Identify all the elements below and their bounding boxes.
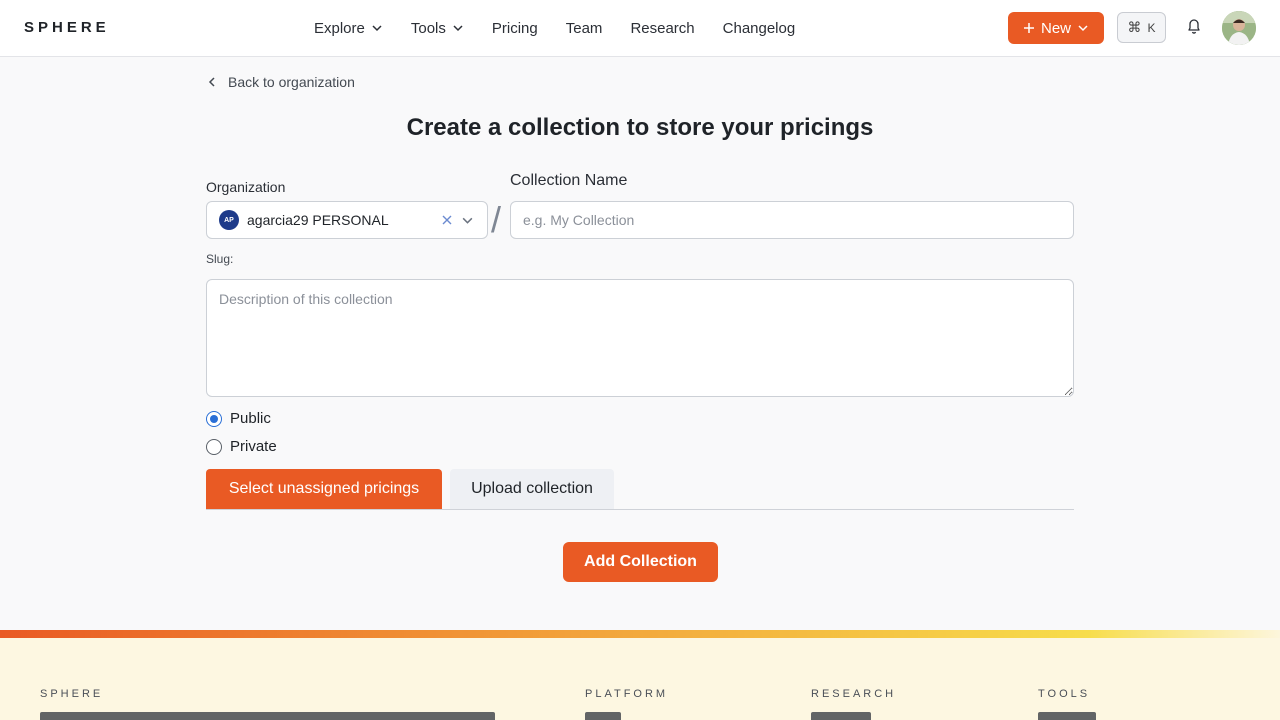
nav-team-label: Team bbox=[565, 19, 603, 37]
footer-gradient-bar bbox=[0, 630, 1280, 638]
nav-explore[interactable]: Explore bbox=[314, 20, 383, 37]
chevron-down-icon bbox=[372, 25, 382, 32]
radio-public[interactable] bbox=[206, 410, 222, 427]
tab-upload-collection[interactable]: Upload collection bbox=[450, 469, 614, 509]
pricing-source-tabs: Select unassigned pricings Upload collec… bbox=[206, 469, 1074, 510]
back-to-organization-link[interactable]: Back to organization bbox=[206, 74, 355, 90]
user-avatar[interactable] bbox=[1222, 11, 1256, 45]
brand-logo[interactable]: SPHERE bbox=[24, 19, 110, 36]
slug-label: Slug: bbox=[206, 252, 234, 266]
footer-column-platform: PLATFORM bbox=[585, 688, 669, 700]
footer-column-tools: TOOLS bbox=[1038, 688, 1091, 700]
visibility-private-option[interactable]: Private bbox=[206, 438, 277, 455]
collection-name-input[interactable] bbox=[510, 201, 1074, 239]
footer-link-cut-off[interactable] bbox=[1038, 712, 1096, 720]
chevron-down-icon bbox=[1078, 25, 1088, 32]
nav-pricing[interactable]: Pricing bbox=[492, 20, 538, 37]
collection-name-label: Collection Name bbox=[510, 172, 628, 189]
description-textarea[interactable] bbox=[206, 279, 1074, 397]
footer-link-cut-off[interactable] bbox=[585, 712, 621, 720]
command-palette-button[interactable]: ⌘ K bbox=[1117, 12, 1166, 43]
add-collection-button[interactable]: Add Collection bbox=[563, 542, 718, 582]
separator-slash: / bbox=[491, 199, 502, 240]
bell-icon[interactable] bbox=[1186, 17, 1202, 35]
footer: SPHERE PLATFORM RESEARCH TOOLS bbox=[0, 638, 1280, 720]
tab-select-unassigned-pricings[interactable]: Select unassigned pricings bbox=[206, 469, 442, 509]
radio-private-label: Private bbox=[230, 438, 277, 455]
organization-value: agarcia29 PERSONAL bbox=[247, 212, 389, 228]
chevron-down-icon bbox=[453, 25, 463, 32]
organization-avatar: AP bbox=[219, 210, 239, 230]
nav-changelog[interactable]: Changelog bbox=[723, 20, 796, 37]
footer-heading-cut-off bbox=[40, 712, 495, 720]
nav-tools-label: Tools bbox=[410, 19, 446, 37]
nav-changelog-label: Changelog bbox=[722, 19, 796, 37]
top-navigation-bar: SPHERE Explore Tools Pricing Team Resear… bbox=[0, 0, 1280, 57]
visibility-public-option[interactable]: Public bbox=[206, 410, 271, 427]
main-nav: Explore Tools Pricing Team Research Chan… bbox=[314, 0, 795, 56]
organization-select[interactable]: AP agarcia29 PERSONAL bbox=[206, 201, 488, 239]
footer-brand: SPHERE bbox=[40, 688, 104, 700]
radio-public-label: Public bbox=[230, 410, 271, 427]
nav-research[interactable]: Research bbox=[630, 20, 694, 37]
footer-column-research: RESEARCH bbox=[811, 688, 897, 700]
plus-icon bbox=[1023, 23, 1034, 33]
chevron-left-icon bbox=[208, 77, 215, 87]
radio-private[interactable] bbox=[206, 438, 222, 455]
nav-pricing-label: Pricing bbox=[491, 19, 538, 37]
command-key-icon: ⌘ bbox=[1127, 19, 1142, 35]
chevron-down-icon[interactable] bbox=[461, 214, 474, 227]
shortcut-key-label: K bbox=[1147, 20, 1156, 35]
new-button[interactable]: New bbox=[1008, 12, 1104, 44]
nav-explore-label: Explore bbox=[314, 19, 365, 37]
clear-icon[interactable] bbox=[441, 214, 453, 226]
nav-tools[interactable]: Tools bbox=[411, 20, 464, 37]
avatar-photo bbox=[1222, 11, 1256, 45]
new-button-label: New bbox=[1040, 19, 1071, 37]
organization-label: Organization bbox=[206, 179, 286, 195]
nav-research-label: Research bbox=[630, 19, 695, 37]
nav-team[interactable]: Team bbox=[566, 20, 603, 37]
page-title: Create a collection to store your pricin… bbox=[406, 114, 874, 141]
footer-link-cut-off[interactable] bbox=[811, 712, 871, 720]
back-link-label: Back to organization bbox=[228, 74, 355, 90]
